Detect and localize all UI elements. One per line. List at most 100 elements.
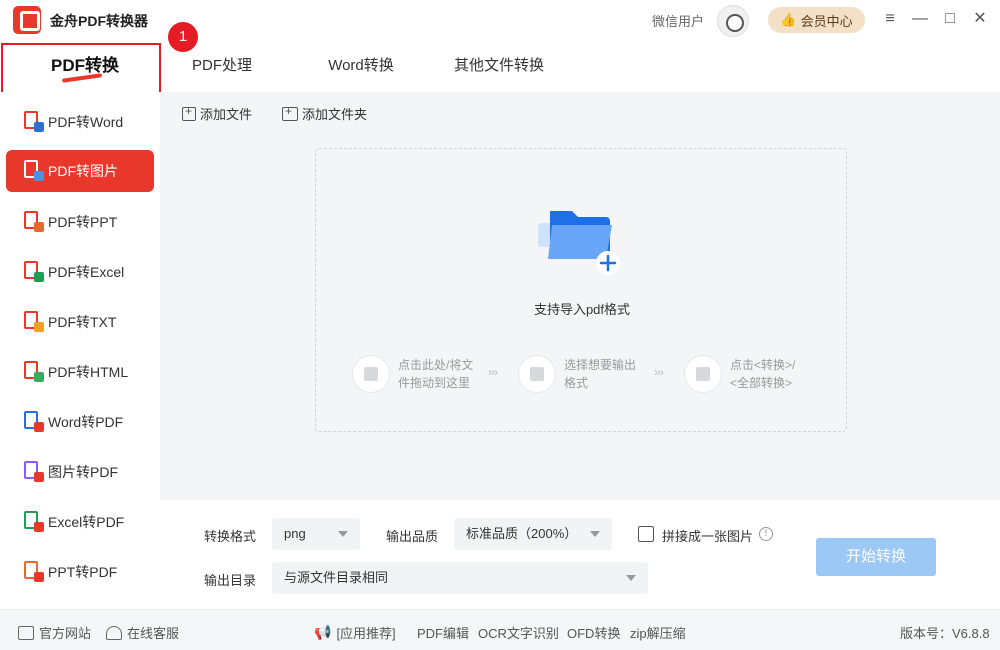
pdf-to-excel-icon	[22, 260, 44, 284]
format-value: png	[284, 526, 306, 541]
step-3-line1: 点击<转换>/	[730, 358, 796, 372]
chevron-down-icon	[338, 531, 348, 537]
pdf-to-ppt-icon	[22, 210, 44, 234]
status-bar: 官方网站 在线客服 📢 [应用推荐] PDF编辑 OCR文字识别 OFD转换 z…	[0, 609, 1000, 650]
sidebar-item-excel-to-pdf[interactable]: Excel转PDF	[0, 497, 160, 547]
sidebar-item-image-to-pdf[interactable]: 图片转PDF	[0, 447, 160, 497]
merge-image-label: 拼接成一张图片	[662, 529, 754, 544]
arrow-separator-2: ›››	[654, 365, 664, 379]
excel-to-pdf-icon	[22, 510, 44, 534]
annotation-marker-1: 1	[168, 22, 198, 52]
step-1-line1: 点击此处/将文	[398, 358, 474, 372]
link-zip[interactable]: zip解压缩	[630, 623, 686, 642]
sidebar-item-word-to-pdf[interactable]: Word转PDF	[0, 397, 160, 447]
info-icon[interactable]: !	[759, 527, 773, 541]
online-support-label: 在线客服	[127, 626, 180, 641]
sidebar-item-pdf-to-ppt[interactable]: PDF转PPT	[0, 197, 160, 247]
chevron-down-icon	[626, 575, 636, 581]
monitor-icon	[18, 625, 34, 640]
quality-label: 输出品质	[386, 529, 439, 544]
vip-center-button[interactable]: 👍 会员中心	[768, 7, 865, 33]
sidebar-item-label: Excel转PDF	[48, 514, 125, 530]
word-to-pdf-icon	[22, 410, 44, 434]
output-dir-select[interactable]: 与源文件目录相同	[272, 562, 648, 594]
sidebar-item-label: PDF转Word	[48, 114, 124, 130]
megaphone-icon: 📢	[314, 624, 332, 640]
sidebar-item-pdf-to-excel[interactable]: PDF转Excel	[0, 247, 160, 297]
step-2-line1: 选择想要输出	[564, 358, 637, 372]
official-website-link[interactable]: 官方网站	[18, 623, 91, 642]
sidebar-item-label: PDF转图片	[48, 163, 118, 179]
close-button[interactable]: ✕	[970, 9, 990, 29]
convert-icon	[684, 355, 722, 393]
settings-panel: 转换格式 png 输出品质 标准品质（200%） 拼接成一张图片 ! 输出目录 …	[160, 500, 1000, 609]
thumbs-up-icon: 👍	[780, 12, 797, 27]
menu-icon[interactable]: ≡	[880, 9, 900, 29]
content-area: 添加文件 添加文件夹 支持导入pdf格式 点击此处/将文件拖动到这里 ››› 选…	[160, 92, 1000, 500]
image-to-pdf-icon	[22, 460, 44, 484]
step-2: 选择想要输出 格式	[518, 355, 648, 393]
pdf-to-word-icon	[22, 110, 44, 134]
title-bar: 金舟PDF转换器 微信用户 👍 会员中心 ≡ — □ ✕	[0, 0, 1000, 40]
sidebar: PDF转Word PDF转图片 PDF转PPT PDF转Excel PDF转TX…	[0, 92, 160, 609]
maximize-button[interactable]: □	[940, 9, 960, 29]
output-dir-value: 与源文件目录相同	[284, 570, 389, 585]
add-folder-button[interactable]: 添加文件夹	[282, 104, 367, 123]
sidebar-item-label: PDF转HTML	[48, 364, 129, 380]
pdf-to-txt-icon	[22, 310, 44, 334]
pdf-to-html-icon	[22, 360, 44, 384]
format-label: 转换格式	[204, 529, 257, 544]
merge-image-checkbox[interactable]	[638, 526, 654, 542]
export-icon	[518, 355, 556, 393]
step-1: 点击此处/将文 件拖动到这里	[352, 355, 482, 393]
app-title: 金舟PDF转换器	[50, 13, 148, 29]
add-file-button[interactable]: 添加文件	[182, 104, 252, 123]
sidebar-item-pdf-to-txt[interactable]: PDF转TXT	[0, 297, 160, 347]
minimize-button[interactable]: —	[910, 9, 930, 29]
start-convert-button[interactable]: 开始转换	[816, 538, 936, 576]
link-pdf-edit[interactable]: PDF编辑	[417, 623, 469, 642]
user-name[interactable]: 微信用户	[652, 11, 704, 30]
ppt-to-pdf-icon	[22, 560, 44, 584]
sidebar-item-ppt-to-pdf[interactable]: PPT转PDF	[0, 547, 160, 597]
link-ofd-convert[interactable]: OFD转换	[567, 623, 620, 642]
add-folder-icon	[282, 104, 298, 121]
add-file-label: 添加文件	[200, 107, 253, 122]
headset-icon	[106, 625, 122, 640]
step-1-line2: 件拖动到这里	[398, 376, 471, 390]
sidebar-item-pdf-to-image[interactable]: PDF转图片	[6, 150, 154, 192]
pdf-to-image-icon	[22, 159, 44, 183]
chevron-down-icon	[590, 531, 600, 537]
add-file-icon	[182, 104, 196, 121]
version-label: 版本号：V6.8.8	[900, 626, 990, 641]
drop-zone-title: 支持导入pdf格式	[533, 302, 631, 317]
sidebar-item-label: PPT转PDF	[48, 564, 118, 580]
tab-word-convert[interactable]: Word转换	[306, 40, 416, 92]
file-drop-zone[interactable]: 支持导入pdf格式 点击此处/将文 件拖动到这里 ››› 选择想要输出 格式 ›››…	[315, 148, 847, 432]
app-logo	[13, 6, 41, 34]
official-website-label: 官方网站	[39, 626, 92, 641]
step-2-line2: 格式	[564, 376, 589, 390]
sidebar-item-pdf-to-html[interactable]: PDF转HTML	[0, 347, 160, 397]
output-dir-label: 输出目录	[204, 573, 257, 588]
online-support-link[interactable]: 在线客服	[106, 623, 179, 642]
sidebar-item-label: Word转PDF	[48, 414, 124, 430]
sidebar-item-label: PDF转Excel	[48, 264, 125, 280]
quality-select[interactable]: 标准品质（200%）	[454, 518, 612, 550]
folder-add-icon	[538, 211, 620, 275]
user-avatar[interactable]	[717, 5, 749, 37]
vip-center-label: 会员中心	[800, 13, 853, 29]
annotation-box-1	[1, 43, 161, 95]
sidebar-item-label: PDF转TXT	[48, 314, 117, 330]
arrow-separator-1: ›››	[488, 365, 498, 379]
format-select[interactable]: png	[272, 518, 360, 550]
sidebar-item-label: PDF转PPT	[48, 214, 118, 230]
open-folder-icon	[352, 355, 390, 393]
sidebar-item-pdf-to-word[interactable]: PDF转Word	[0, 97, 160, 147]
tab-other-convert[interactable]: 其他文件转换	[440, 40, 558, 92]
sidebar-item-label: 图片转PDF	[48, 464, 118, 480]
app-recommend-label: [应用推荐]	[336, 626, 396, 641]
quality-value: 标准品质（200%）	[466, 526, 578, 541]
link-ocr[interactable]: OCR文字识别	[478, 623, 559, 642]
step-3-line2: <全部转换>	[730, 376, 793, 390]
